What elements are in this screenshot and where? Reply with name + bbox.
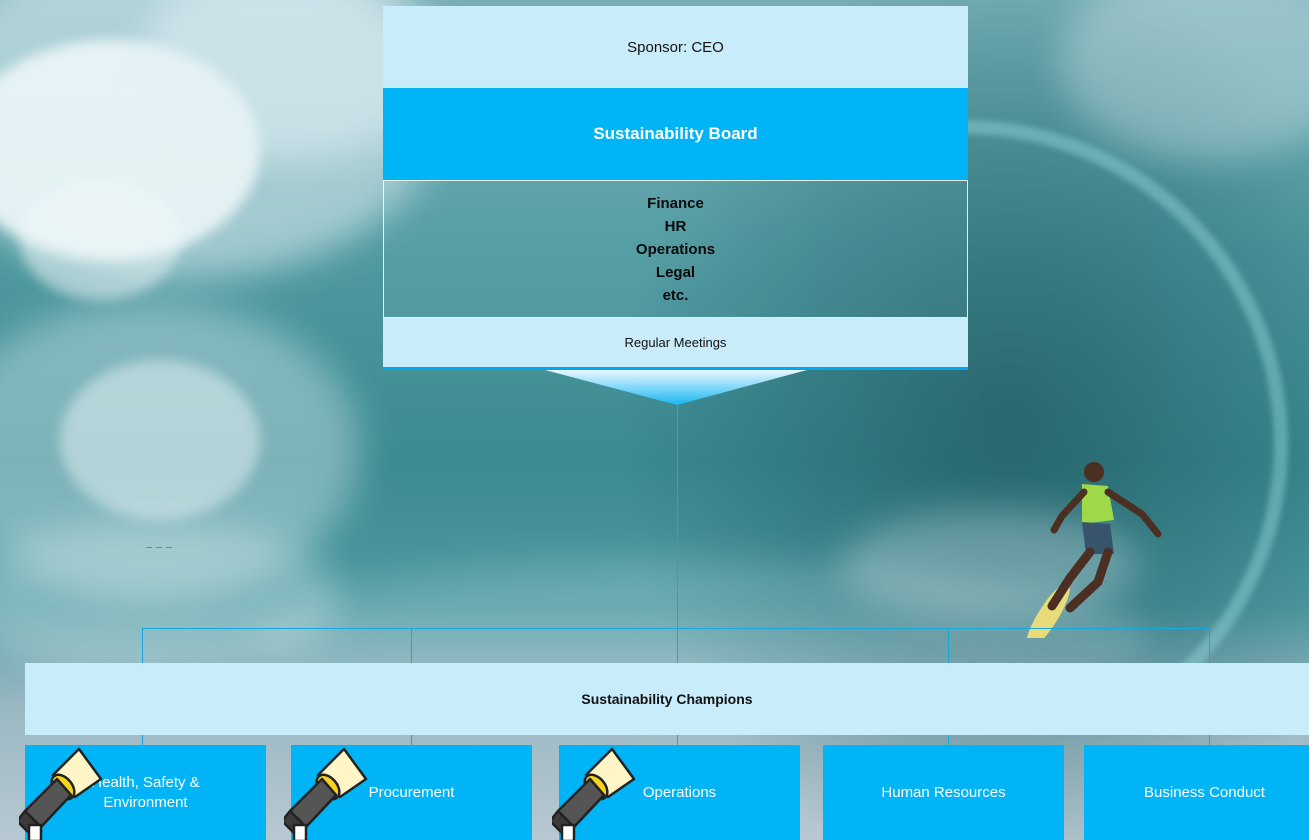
sponsor-box: Sponsor: CEO bbox=[383, 6, 968, 88]
sustainability-board-box: Sustainability Board bbox=[383, 88, 968, 180]
dept-label: Business Conduct bbox=[1144, 783, 1265, 801]
dept-label: Procurement bbox=[368, 783, 455, 801]
dept-human-resources: Human Resources bbox=[823, 745, 1064, 840]
dept-label: Operations bbox=[642, 783, 717, 801]
member-operations: Operations bbox=[635, 240, 716, 258]
flashlight-icon bbox=[552, 747, 636, 840]
champions-label: Sustainability Champions bbox=[581, 691, 753, 707]
dept-business-conduct: Business Conduct bbox=[1084, 745, 1309, 840]
connector-trunk bbox=[677, 405, 678, 628]
board-members-box: Finance HR Operations Legal etc. bbox=[383, 180, 968, 318]
surfer-figure bbox=[1026, 462, 1162, 638]
member-hr: HR bbox=[664, 217, 687, 235]
board-title: Sustainability Board bbox=[593, 124, 758, 143]
member-etc: etc. bbox=[662, 286, 689, 304]
meetings-box: Regular Meetings bbox=[383, 318, 968, 370]
dashed-marker bbox=[146, 547, 174, 548]
flashlight-icon bbox=[19, 747, 103, 840]
flashlight-icon bbox=[284, 747, 368, 840]
meetings-label: Regular Meetings bbox=[624, 335, 727, 350]
funnel-arrow bbox=[545, 370, 807, 405]
member-legal: Legal bbox=[655, 263, 696, 281]
dept-label: Human Resources bbox=[881, 783, 1006, 801]
sponsor-label: Sponsor: CEO bbox=[627, 38, 724, 56]
connector-bus bbox=[142, 628, 1210, 629]
member-finance: Finance bbox=[647, 194, 704, 212]
sustainability-champions-box: Sustainability Champions bbox=[25, 663, 1309, 735]
